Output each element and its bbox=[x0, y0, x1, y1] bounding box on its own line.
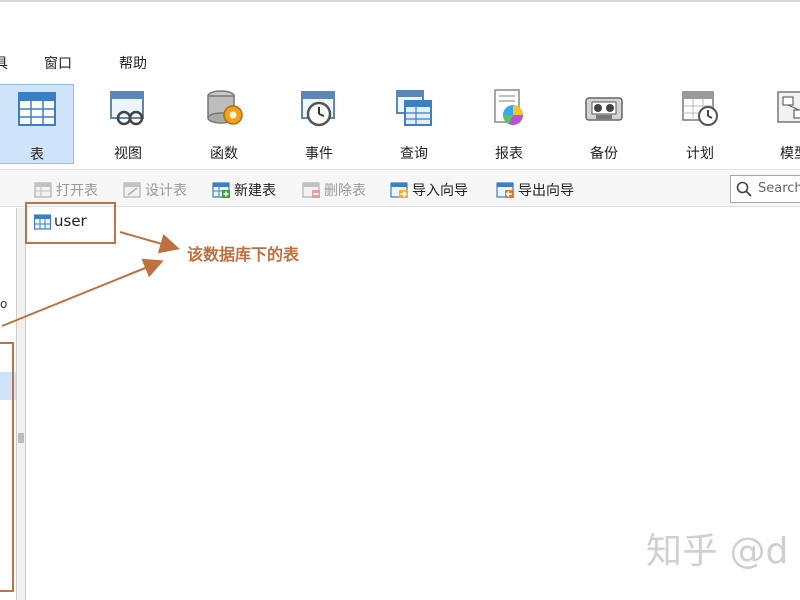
menu-help[interactable]: 帮助 bbox=[119, 53, 147, 73]
tool-event-label: 事件 bbox=[305, 146, 333, 162]
design-table-icon bbox=[123, 182, 141, 198]
title-bar bbox=[0, 0, 800, 44]
schedule-icon bbox=[682, 91, 718, 126]
tool-model[interactable]: 模型 bbox=[756, 84, 800, 164]
delete-table-label: 删除表 bbox=[324, 183, 366, 199]
delete-table-icon bbox=[302, 182, 320, 198]
export-wizard-icon bbox=[496, 182, 514, 198]
backup-icon bbox=[585, 97, 623, 121]
annotation-label: 该数据库下的表 bbox=[187, 245, 300, 264]
function-icon bbox=[207, 90, 243, 125]
tool-report[interactable]: 报表 bbox=[471, 84, 547, 164]
object-action-bar: 打开表 设计表 新建表 删除表 导入向导 导出向导 Search bbox=[0, 171, 800, 207]
open-table-label: 打开表 bbox=[56, 183, 98, 199]
event-icon bbox=[301, 91, 335, 127]
tool-event[interactable]: 事件 bbox=[281, 84, 357, 164]
open-table-icon bbox=[34, 182, 52, 198]
splitter-grip[interactable] bbox=[18, 433, 24, 443]
design-table-label: 设计表 bbox=[145, 183, 187, 199]
menu-bar: 具 窗口 帮助 bbox=[0, 44, 800, 80]
export-wizard-button[interactable]: 导出向导 bbox=[496, 180, 574, 200]
tool-function-label: 函数 bbox=[210, 146, 238, 162]
search-icon bbox=[736, 181, 752, 197]
menu-window[interactable]: 窗口 bbox=[44, 53, 72, 73]
delete-table-button[interactable]: 删除表 bbox=[302, 180, 366, 200]
annotation-box-database bbox=[0, 342, 14, 592]
report-icon bbox=[494, 89, 523, 125]
table-icon bbox=[18, 92, 56, 126]
new-table-icon bbox=[212, 182, 230, 198]
tool-table-label: 表 bbox=[30, 147, 44, 163]
open-table-button[interactable]: 打开表 bbox=[34, 180, 98, 200]
model-icon bbox=[777, 91, 800, 123]
tool-backup[interactable]: 备份 bbox=[566, 84, 642, 164]
navicat-window: 具 窗口 帮助 表 视图 函数 事件 查询 报表 备份 计划 模 打开表 设计表… bbox=[0, 0, 800, 600]
tool-schedule[interactable]: 计划 bbox=[662, 84, 738, 164]
import-wizard-label: 导入向导 bbox=[412, 183, 468, 199]
annotation-box-user bbox=[25, 202, 116, 244]
search-placeholder: Search bbox=[758, 181, 800, 196]
tool-function[interactable]: 函数 bbox=[186, 84, 262, 164]
tool-table[interactable]: 表 bbox=[0, 84, 74, 164]
tool-query-label: 查询 bbox=[400, 146, 428, 162]
design-table-button[interactable]: 设计表 bbox=[123, 180, 187, 200]
search-box[interactable]: Search bbox=[730, 175, 800, 203]
tree-node-fragment: o bbox=[0, 297, 8, 311]
import-wizard-button[interactable]: 导入向导 bbox=[390, 180, 468, 200]
tool-report-label: 报表 bbox=[495, 146, 523, 162]
tool-view[interactable]: 视图 bbox=[90, 84, 166, 164]
new-table-label: 新建表 bbox=[234, 183, 276, 199]
export-wizard-label: 导出向导 bbox=[518, 183, 574, 199]
tool-schedule-label: 计划 bbox=[686, 146, 714, 162]
tool-backup-label: 备份 bbox=[590, 146, 618, 162]
tool-query[interactable]: 查询 bbox=[376, 84, 452, 164]
view-icon bbox=[110, 91, 144, 126]
tool-model-label: 模型 bbox=[780, 146, 800, 162]
query-icon bbox=[396, 90, 432, 126]
watermark: 知乎 @d bbox=[646, 531, 789, 572]
import-wizard-icon bbox=[390, 182, 408, 198]
new-table-button[interactable]: 新建表 bbox=[212, 180, 276, 200]
panel-splitter-scrollbar[interactable] bbox=[16, 208, 26, 600]
main-toolbar: 表 视图 函数 事件 查询 报表 备份 计划 模 bbox=[0, 80, 800, 170]
tool-view-label: 视图 bbox=[114, 146, 142, 162]
menu-tools[interactable]: 具 bbox=[0, 53, 8, 73]
